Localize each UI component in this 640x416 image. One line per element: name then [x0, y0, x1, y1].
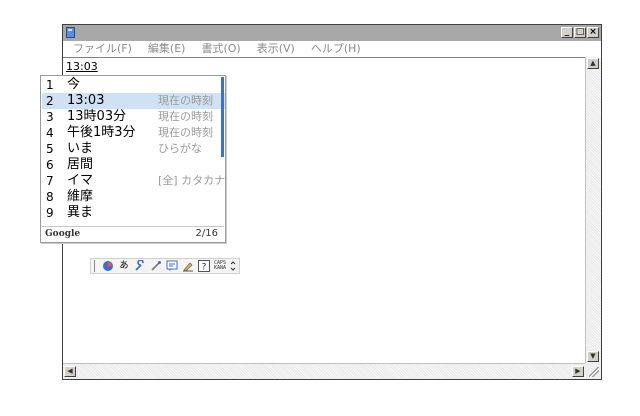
candidate-number: 1: [46, 78, 54, 92]
input-mode-hiragana-icon[interactable]: あ: [118, 260, 130, 272]
candidate-note: ひらがな: [158, 142, 202, 155]
menu-file[interactable]: ファイル(F): [73, 41, 132, 56]
candidate-word: 13:03: [67, 93, 105, 108]
candidate-word: いま: [67, 141, 94, 156]
candidate-word: 居間: [67, 157, 94, 172]
horizontal-scrollbar[interactable]: ◀ ▶: [63, 363, 585, 379]
candidate-number: 6: [46, 158, 54, 172]
candidate-number: 9: [46, 206, 54, 220]
candidate-item[interactable]: 4 午後1時3分 現在の時刻: [42, 125, 225, 141]
scroll-left-button[interactable]: ◀: [64, 366, 76, 377]
candidate-number: 3: [46, 110, 54, 124]
word-register-icon[interactable]: [166, 260, 178, 272]
candidate-item[interactable]: 1 今: [42, 77, 225, 93]
window-controls: _ □ ×: [561, 27, 599, 38]
scroll-down-button[interactable]: ▼: [587, 351, 599, 362]
candidate-scroll-indicator[interactable]: [221, 77, 224, 157]
candidate-number: 5: [46, 142, 54, 156]
candidate-word: 今: [67, 77, 81, 92]
ime-language-bar: あ ? CAPS KANA: [90, 258, 241, 274]
candidate-page-indicator: 2/16: [195, 228, 218, 239]
composition-text: 13:03: [66, 60, 98, 73]
candidate-item-selected[interactable]: 2 13:03 現在の時刻: [42, 93, 225, 109]
scroll-right-button[interactable]: ▶: [572, 366, 584, 377]
ime-candidate-window: 1 今 2 13:03 現在の時刻 3 13時03分 現在の時刻 4 午後1時3…: [40, 75, 226, 243]
svg-text:?: ?: [202, 263, 207, 273]
kana-label: KANA: [214, 265, 227, 271]
menu-format[interactable]: 書式(O): [201, 41, 240, 56]
menu-view[interactable]: 表示(V): [257, 41, 295, 56]
candidate-word: 維摩: [67, 189, 94, 204]
menu-bar: ファイル(F) 編集(E) 書式(O) 表示(V) ヘルプ(H): [63, 41, 601, 56]
help-icon[interactable]: ?: [198, 260, 210, 273]
menu-help[interactable]: ヘルプ(H): [311, 41, 361, 56]
google-ime-icon[interactable]: [102, 260, 114, 272]
language-bar-options-icon[interactable]: [230, 260, 236, 272]
minimize-button[interactable]: _: [561, 27, 573, 38]
candidate-number: 8: [46, 190, 54, 204]
candidate-item[interactable]: 3 13時03分 現在の時刻: [42, 109, 225, 125]
tool-wrench-icon[interactable]: [134, 259, 146, 272]
candidate-note: 現在の時刻: [158, 126, 213, 139]
caps-kana-indicator: CAPS KANA: [214, 261, 226, 271]
candidate-item[interactable]: 8 維摩: [42, 189, 225, 205]
candidate-footer: Google 2/16: [42, 226, 224, 241]
candidate-item[interactable]: 7 イマ [全] カタカナ: [42, 173, 225, 189]
scroll-up-button[interactable]: ▲: [587, 58, 599, 69]
candidate-number: 2: [46, 94, 54, 108]
candidate-number: 4: [46, 126, 54, 140]
candidate-word: 異ま: [67, 205, 94, 220]
candidate-word: 午後1時3分: [67, 125, 136, 140]
candidate-word: イマ: [67, 173, 94, 188]
google-brand-label: Google: [45, 229, 81, 239]
candidate-number: 7: [46, 174, 54, 188]
menu-edit[interactable]: 編集(E): [148, 41, 186, 56]
candidate-note: 現在の時刻: [158, 94, 213, 107]
vertical-scrollbar[interactable]: ▲ ▼: [585, 57, 601, 363]
candidate-item[interactable]: 6 居間: [42, 157, 225, 173]
handwriting-pen-icon[interactable]: [182, 260, 194, 272]
candidate-item[interactable]: 9 異ま: [42, 205, 225, 221]
candidate-word: 13時03分: [67, 109, 127, 124]
candidate-note: [全] カタカナ: [158, 174, 226, 187]
close-button[interactable]: ×: [587, 27, 599, 38]
candidate-note: 現在の時刻: [158, 110, 213, 123]
dictionary-tool-icon[interactable]: [150, 260, 162, 272]
notepad-app-icon[interactable]: [66, 27, 75, 38]
resize-grip[interactable]: [585, 363, 601, 379]
candidate-item[interactable]: 5 いま ひらがな: [42, 141, 225, 157]
title-bar[interactable]: _ □ ×: [63, 25, 601, 41]
language-bar-handle[interactable]: [94, 260, 98, 272]
maximize-button[interactable]: □: [574, 27, 586, 38]
